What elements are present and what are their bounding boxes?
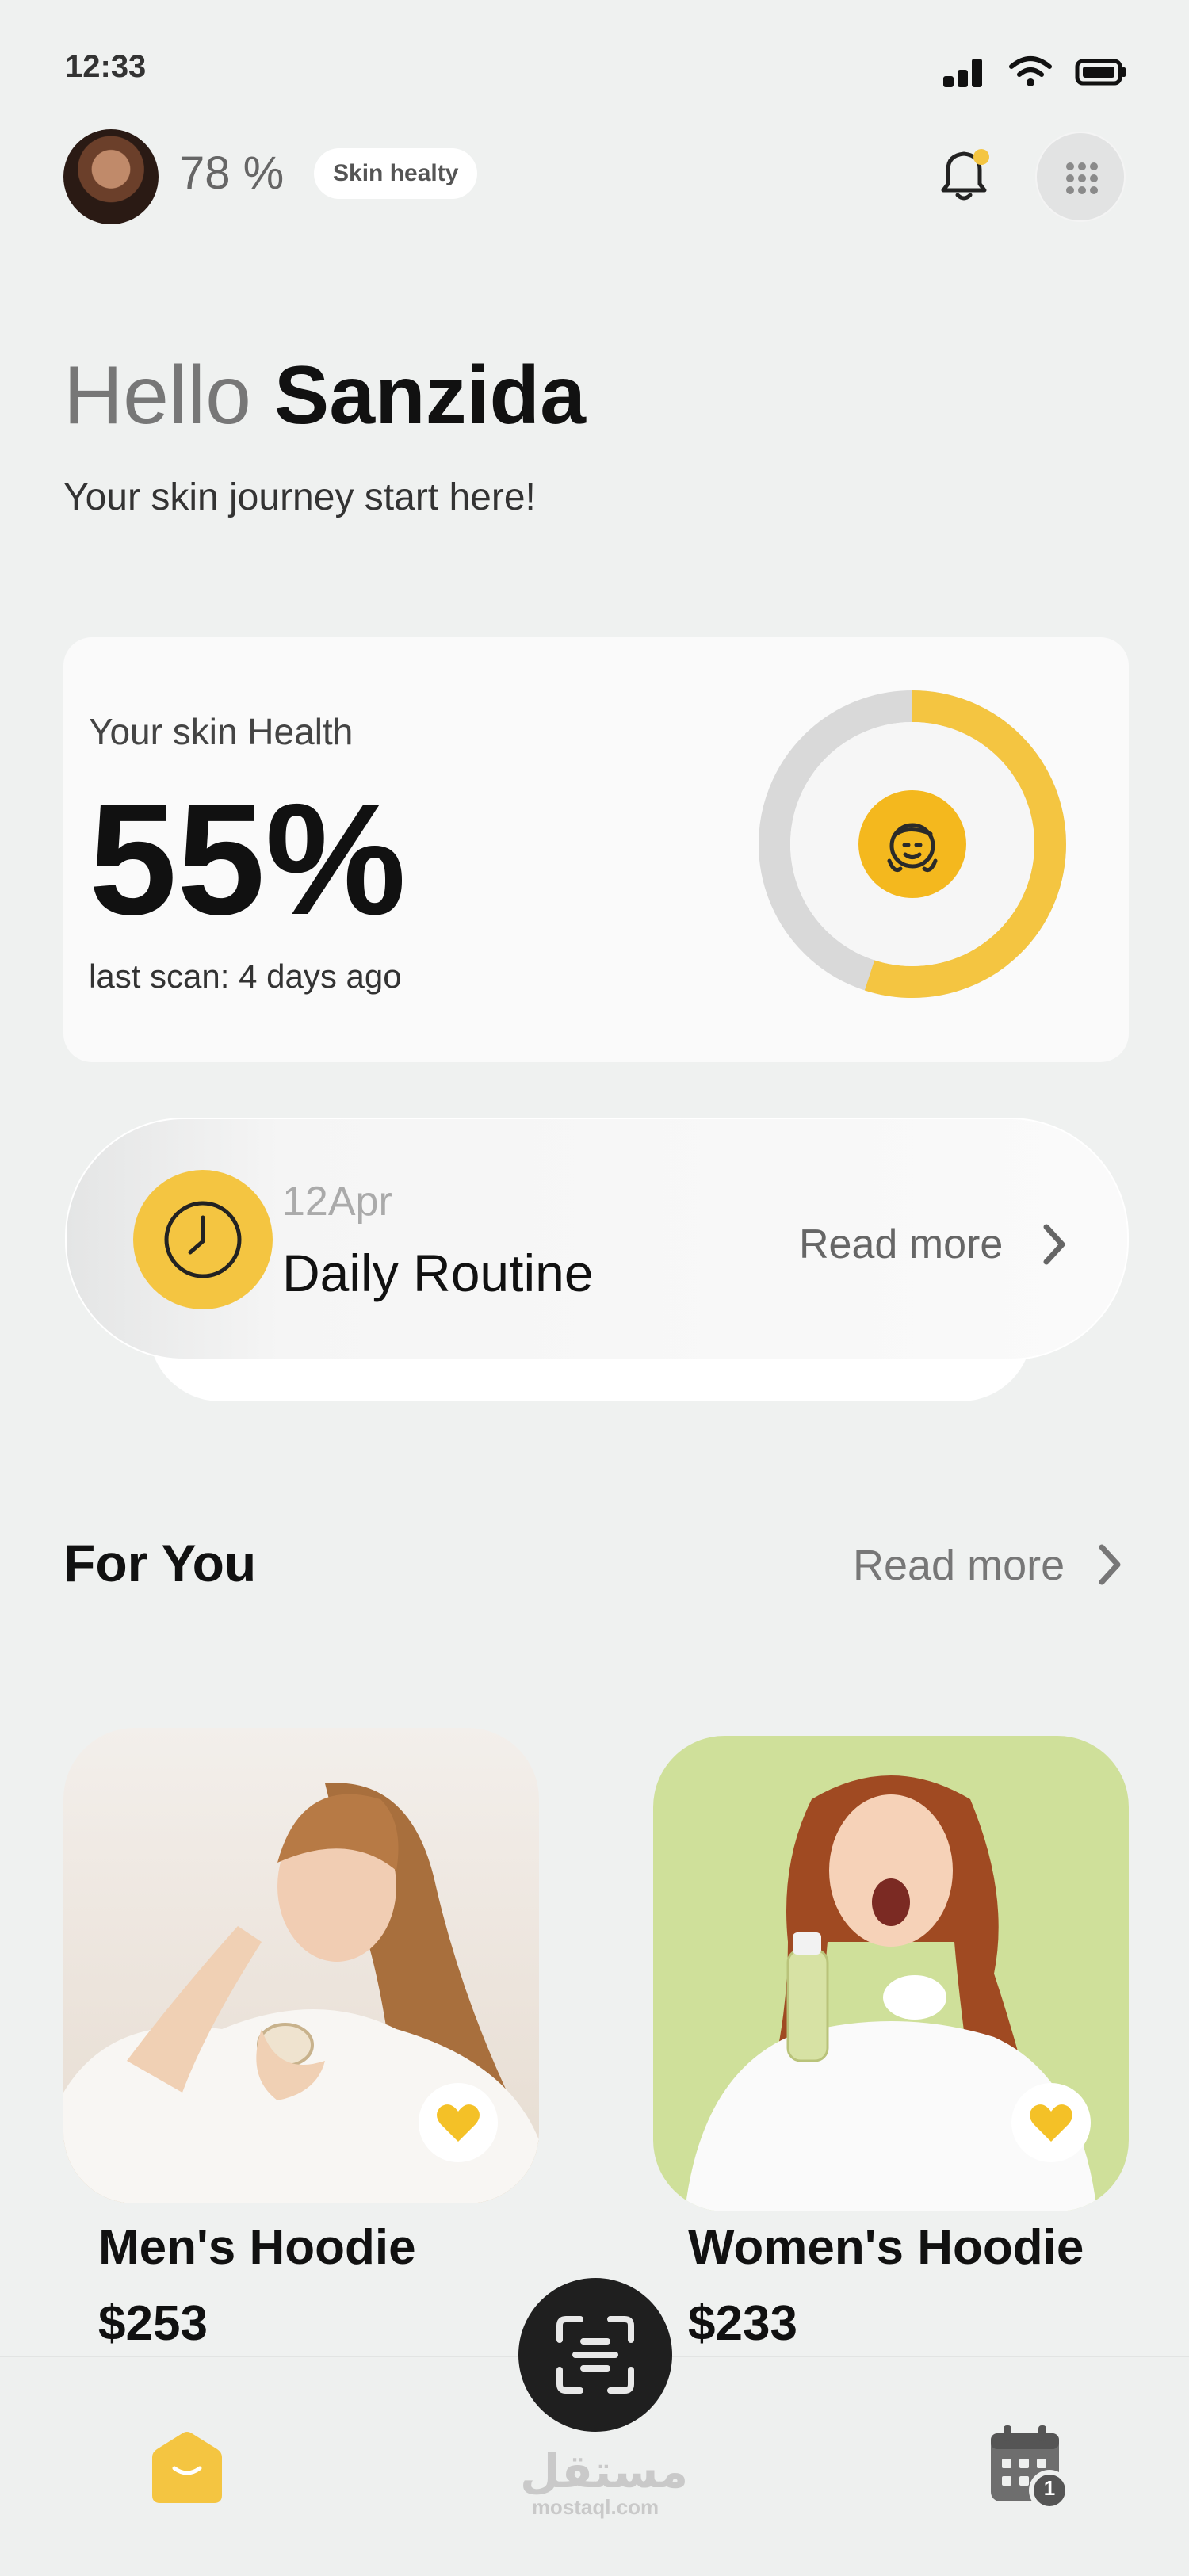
watermark-arabic: مستقل [520,2446,689,2498]
for-you-title: For You [63,1534,257,1592]
greeting-title: Hello Sanzida [63,349,586,443]
calendar-badge: 1 [1043,2476,1056,2500]
battery-icon [1075,59,1126,86]
heart-icon [437,2104,480,2142]
face-scan-icon [556,2316,634,2394]
clock-icon [164,1201,242,1278]
product-name-1: Men's Hoodie [98,2220,416,2275]
routine-read-more-link[interactable]: Read more [799,1221,1003,1268]
product-price-1: $253 [98,2296,208,2351]
favorite-button-2[interactable] [1011,2083,1091,2162]
heart-icon [1030,2104,1072,2142]
routine-date: 12Apr [282,1179,392,1225]
favorite-button-1[interactable] [419,2083,498,2162]
last-scan-text: last scan: 4 days ago [89,957,402,995]
grid-icon [1066,162,1098,194]
routine-title: Daily Routine [282,1244,594,1302]
skin-score: 78 % [179,147,285,199]
product-image-1[interactable] [63,1728,539,2203]
watermark-latin: mostaql.com [531,2495,659,2519]
skin-health-value: 55% [89,771,407,948]
scan-button[interactable] [518,2278,672,2432]
menu-button[interactable] [1035,132,1126,222]
wifi-icon [1009,56,1052,86]
skin-health-label: Your skin Health [89,711,354,752]
skin-health-gauge [759,690,1066,998]
watermark: مستقل mostaql.com [520,2446,689,2520]
routine-clock-badge [133,1170,273,1309]
chevron-right-icon[interactable] [1094,1541,1126,1588]
greeting-subtitle: Your skin journey start here! [63,476,536,518]
avatar[interactable] [63,129,159,224]
product-name-2: Women's Hoodie [688,2220,1084,2275]
product-image-2[interactable] [653,1736,1129,2211]
status-time: 12:33 [65,49,147,84]
greeting-hello: Hello [63,350,251,441]
signal-icon [943,55,983,87]
bell-icon[interactable] [932,143,996,206]
for-you-read-more-link[interactable]: Read more [853,1541,1065,1590]
chevron-right-icon[interactable] [1038,1221,1070,1268]
user-name: Sanzida [273,350,586,441]
product-price-2: $233 [688,2296,797,2351]
skin-status-badge: Skin healty [314,148,478,199]
home-icon[interactable] [147,2430,227,2506]
